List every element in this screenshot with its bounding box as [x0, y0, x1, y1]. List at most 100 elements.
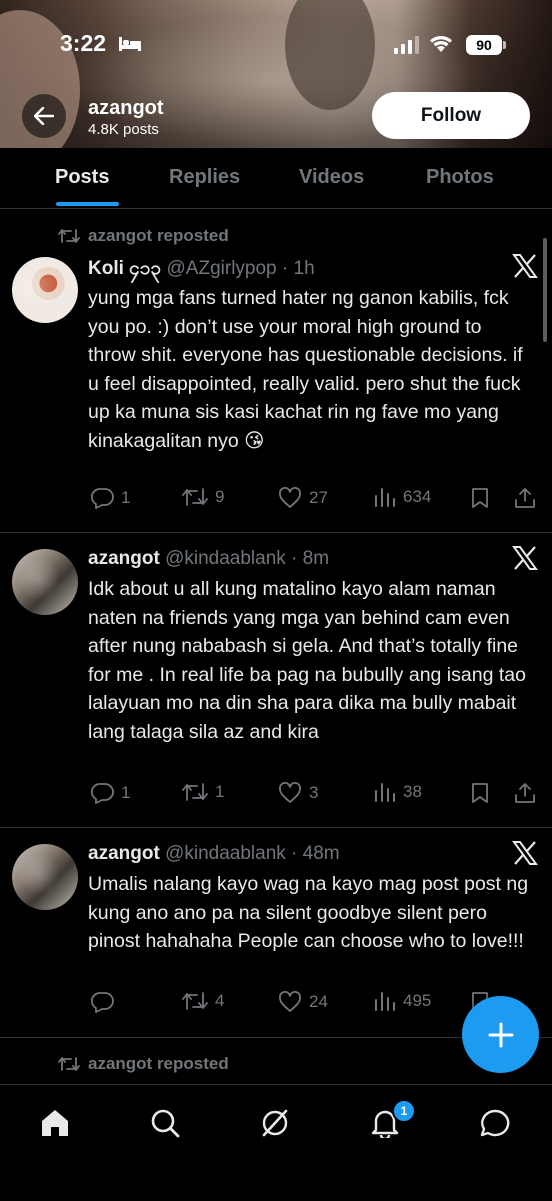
repost-button[interactable]: 1: [182, 782, 224, 802]
reply-icon: [90, 992, 114, 1013]
bottom-navigation: 1: [0, 1084, 552, 1201]
views-button[interactable]: 38: [374, 782, 422, 802]
repost-label: azangot reposted: [88, 1054, 229, 1073]
repost-count: 1: [215, 782, 225, 801]
cellular-signal-icon: [394, 36, 419, 54]
bookmark-icon: [472, 783, 488, 803]
views-count: 495: [403, 991, 432, 1010]
share-button[interactable]: [514, 782, 543, 804]
repost-count: 9: [215, 487, 225, 506]
repost-count: 4: [215, 991, 225, 1010]
chat-bubble-icon: [480, 1109, 510, 1137]
repost-button[interactable]: 9: [182, 487, 224, 507]
author-name[interactable]: azangot: [88, 548, 160, 569]
post-time: · 8m: [291, 548, 330, 569]
views-chart-icon: [375, 783, 395, 802]
post-item[interactable]: azangot @kindaablank · 48m Umalis nalang…: [0, 827, 552, 1038]
nav-search[interactable]: [145, 1103, 185, 1143]
post-item[interactable]: azangot reposted Koli ၄၁၃ @AZgirlypop · …: [0, 209, 552, 533]
search-icon: [151, 1109, 180, 1138]
back-button[interactable]: [22, 94, 66, 138]
grok-icon: [262, 1109, 288, 1137]
avatar[interactable]: [12, 549, 78, 615]
profile-posts-count: 4.8K posts: [88, 121, 159, 138]
nav-messages[interactable]: [475, 1103, 515, 1143]
compose-post-button[interactable]: [462, 996, 539, 1073]
views-button[interactable]: 634: [374, 487, 431, 507]
like-button[interactable]: 3: [278, 782, 318, 804]
repost-label: azangot reposted: [88, 226, 229, 245]
repost-indicator: azangot reposted: [58, 1054, 229, 1074]
repost-indicator: azangot reposted: [58, 226, 229, 246]
author-handle[interactable]: @kindaablank: [165, 843, 286, 864]
like-button[interactable]: 24: [278, 991, 328, 1013]
views-count: 38: [403, 782, 422, 801]
repost-icon: [182, 783, 208, 801]
x-logo-icon: [512, 841, 538, 865]
post-actions: 1 9 27 634: [88, 487, 538, 515]
share-button[interactable]: [514, 487, 543, 509]
status-time: 3:22: [60, 30, 107, 56]
like-button[interactable]: 27: [278, 487, 328, 509]
post-time: · 48m: [291, 843, 340, 864]
sleep-focus-icon: [119, 37, 141, 51]
arrow-left-icon: [34, 107, 54, 125]
reply-button[interactable]: [90, 991, 121, 1013]
tab-replies[interactable]: Replies: [169, 166, 240, 189]
reply-button[interactable]: 1: [90, 782, 130, 804]
status-bar: 3:22 90: [0, 0, 552, 90]
tab-posts[interactable]: Posts: [55, 166, 109, 189]
reply-button[interactable]: 1: [90, 487, 130, 509]
nav-home[interactable]: [35, 1103, 75, 1143]
bookmark-button[interactable]: [470, 487, 497, 509]
post-time: · 1h: [281, 258, 315, 279]
repost-button[interactable]: 4: [182, 991, 224, 1011]
post-header: azangot @kindaablank · 48m: [88, 843, 340, 865]
author-handle[interactable]: @AZgirlypop: [167, 258, 277, 279]
share-icon: [515, 783, 535, 803]
author-name[interactable]: Koli ၄၁၃: [88, 258, 161, 279]
notification-badge: 1: [392, 1099, 416, 1123]
post-actions: 1 1 3 38: [88, 782, 538, 810]
heart-icon: [279, 782, 301, 803]
repost-icon: [58, 229, 80, 243]
active-tab-indicator: [56, 202, 119, 206]
nav-grok[interactable]: [255, 1103, 295, 1143]
views-button[interactable]: 495: [374, 991, 431, 1011]
repost-icon: [182, 488, 208, 506]
post-text: Umalis nalang kayo wag na kayo mag post …: [88, 873, 529, 952]
post-text: yung mga fans turned hater ng ganon kabi…: [88, 287, 523, 452]
like-count: 3: [309, 783, 319, 802]
like-count: 27: [309, 488, 328, 507]
post-item[interactable]: azangot @kindaablank · 8m Idk about u al…: [0, 532, 552, 828]
x-logo-icon: [512, 254, 538, 278]
x-logo-icon: [512, 546, 538, 570]
author-handle[interactable]: @kindaablank: [165, 548, 286, 569]
author-name[interactable]: azangot: [88, 843, 160, 864]
repost-icon: [182, 992, 208, 1010]
repost-icon: [58, 1057, 80, 1071]
avatar[interactable]: [12, 844, 78, 910]
reply-icon: [90, 783, 114, 804]
post-header: azangot @kindaablank · 8m: [88, 548, 329, 570]
battery-indicator: 90: [466, 35, 502, 55]
post-text: Idk about u all kung matalino kayo alam …: [88, 578, 526, 743]
views-count: 634: [403, 487, 432, 506]
reply-count: 1: [121, 488, 131, 507]
tab-videos[interactable]: Videos: [299, 166, 364, 189]
heart-icon: [279, 991, 301, 1012]
profile-tabs: Posts Replies Videos Photos: [0, 148, 552, 209]
battery-tip: [503, 41, 506, 49]
like-count: 24: [309, 992, 328, 1011]
heart-icon: [279, 487, 301, 508]
tab-photos[interactable]: Photos: [426, 166, 494, 189]
bookmark-button[interactable]: [470, 782, 497, 804]
wifi-icon: [430, 36, 452, 52]
profile-name: azangot: [88, 97, 164, 119]
follow-button[interactable]: Follow: [372, 92, 530, 139]
plus-icon: [488, 1022, 513, 1047]
scrollbar[interactable]: [543, 238, 547, 342]
share-icon: [515, 488, 535, 508]
avatar[interactable]: [12, 257, 78, 323]
reply-icon: [90, 488, 114, 509]
